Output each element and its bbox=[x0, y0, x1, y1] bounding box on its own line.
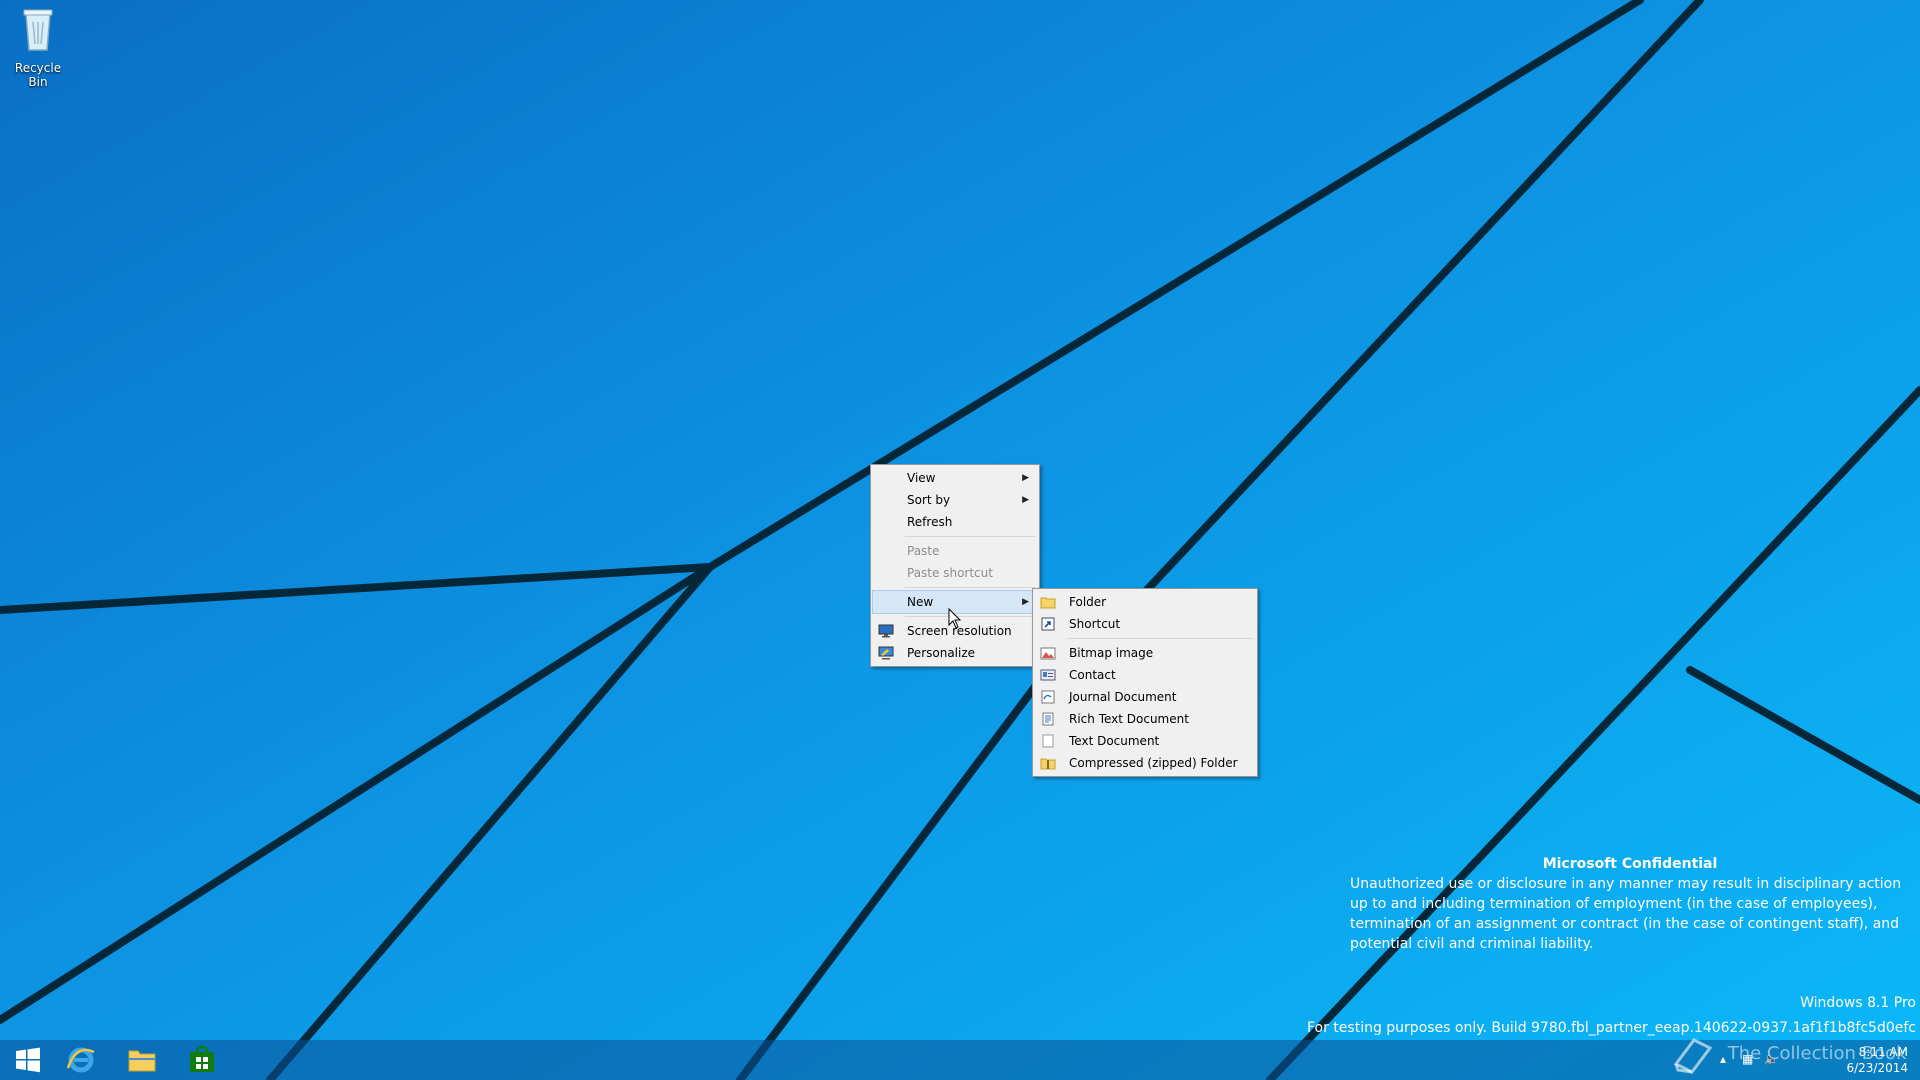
menu-item-sort-by-label: Sort by bbox=[907, 493, 951, 507]
menu-item-view[interactable]: View ▶ bbox=[873, 467, 1037, 489]
new-item-rtf[interactable]: Rich Text Document bbox=[1035, 708, 1255, 730]
contact-icon bbox=[1040, 669, 1056, 681]
desktop-context-menu: View ▶ Sort by ▶ Refresh Paste Paste sho… bbox=[870, 464, 1040, 667]
internet-explorer-icon bbox=[66, 1047, 95, 1073]
recycle-bin-desktop-icon[interactable]: Recycle Bin bbox=[4, 4, 72, 89]
menu-item-personalize-label: Personalize bbox=[907, 646, 976, 660]
monitor-icon bbox=[878, 624, 894, 638]
new-item-folder-label: Folder bbox=[1069, 595, 1107, 609]
file-explorer-button[interactable] bbox=[113, 1040, 171, 1080]
file-explorer-icon bbox=[128, 1050, 156, 1072]
menu-item-new-label: New bbox=[907, 595, 934, 609]
menu-separator bbox=[1067, 638, 1253, 639]
zip-folder-icon bbox=[1040, 758, 1056, 770]
new-item-zip[interactable]: Compressed (zipped) Folder bbox=[1035, 752, 1255, 774]
mouse-cursor-icon bbox=[948, 608, 962, 629]
menu-item-paste-shortcut: Paste shortcut bbox=[873, 562, 1037, 584]
new-item-contact[interactable]: Contact bbox=[1035, 664, 1255, 686]
internet-explorer-button[interactable] bbox=[52, 1040, 110, 1080]
start-icon bbox=[16, 1047, 40, 1073]
menu-item-paste: Paste bbox=[873, 540, 1037, 562]
new-item-zip-label: Compressed (zipped) Folder bbox=[1069, 756, 1238, 770]
new-item-bitmap-label: Bitmap image bbox=[1069, 646, 1154, 660]
new-item-bitmap[interactable]: Bitmap image bbox=[1035, 642, 1255, 664]
submenu-arrow-icon: ▶ bbox=[1022, 495, 1029, 505]
recycle-bin-icon bbox=[23, 9, 53, 51]
confidential-title: Microsoft Confidential bbox=[1542, 856, 1718, 872]
bitmap-icon bbox=[1040, 647, 1056, 660]
new-item-rtf-label: Rich Text Document bbox=[1069, 712, 1189, 726]
windows-edition-text: Windows 8.1 Pro bbox=[1800, 995, 1916, 1011]
store-button[interactable] bbox=[174, 1040, 232, 1080]
new-item-shortcut[interactable]: Shortcut bbox=[1035, 613, 1255, 635]
start-button[interactable] bbox=[0, 1040, 58, 1080]
folder-icon bbox=[1040, 597, 1056, 609]
submenu-arrow-icon: ▶ bbox=[1022, 597, 1029, 607]
menu-item-paste-shortcut-label: Paste shortcut bbox=[907, 566, 993, 580]
text-document-icon bbox=[1042, 734, 1054, 748]
journal-icon bbox=[1041, 690, 1055, 704]
site-watermark: The Collection Book bbox=[1670, 1034, 1907, 1074]
confidential-watermark: Microsoft Confidential Unauthorized use … bbox=[1350, 854, 1910, 954]
book-logo-icon bbox=[1673, 1038, 1713, 1074]
menu-item-refresh-label: Refresh bbox=[907, 515, 953, 529]
confidential-body: Unauthorized use or disclosure in any ma… bbox=[1350, 876, 1902, 952]
menu-separator bbox=[905, 587, 1035, 588]
rtf-icon bbox=[1042, 712, 1054, 726]
submenu-arrow-icon: ▶ bbox=[1022, 473, 1029, 483]
site-watermark-text: The Collection Book bbox=[1727, 1043, 1907, 1064]
new-item-contact-label: Contact bbox=[1069, 668, 1116, 682]
new-item-journal[interactable]: Journal Document bbox=[1035, 686, 1255, 708]
menu-item-sort-by[interactable]: Sort by ▶ bbox=[873, 489, 1037, 511]
menu-separator bbox=[905, 616, 1035, 617]
new-item-text[interactable]: Text Document bbox=[1035, 730, 1255, 752]
taskbar: ▴ ▦ 🔈 8:11 AM 6/23/2014 bbox=[0, 1040, 1920, 1080]
menu-item-paste-label: Paste bbox=[907, 544, 940, 558]
new-item-text-label: Text Document bbox=[1069, 734, 1160, 748]
recycle-bin-label: Recycle Bin bbox=[14, 61, 62, 89]
store-icon bbox=[190, 1046, 214, 1072]
shortcut-icon bbox=[1041, 617, 1055, 631]
menu-item-refresh[interactable]: Refresh bbox=[873, 511, 1037, 533]
new-item-shortcut-label: Shortcut bbox=[1069, 617, 1121, 631]
new-item-journal-label: Journal Document bbox=[1069, 690, 1177, 704]
menu-separator bbox=[905, 536, 1035, 537]
menu-item-view-label: View bbox=[907, 471, 936, 485]
personalize-icon bbox=[878, 646, 894, 660]
new-submenu: Folder Shortcut Bitmap image Contact Jou… bbox=[1032, 588, 1258, 777]
menu-item-personalize[interactable]: Personalize bbox=[873, 642, 1037, 664]
new-item-folder[interactable]: Folder bbox=[1035, 591, 1255, 613]
